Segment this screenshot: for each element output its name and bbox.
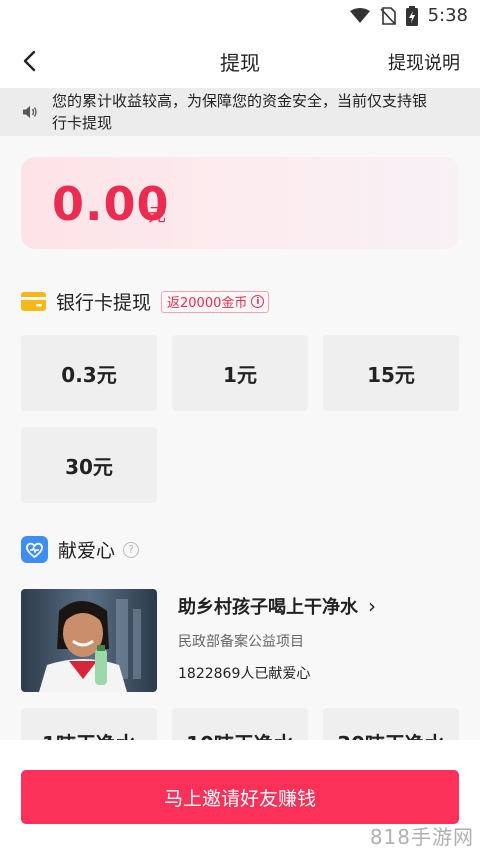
charity-subtitle: 民政部备案公益项目 (178, 634, 304, 650)
withdraw-instructions-link[interactable]: 提现说明 (388, 49, 460, 75)
coin-bonus-badge[interactable]: 返20000金币 i (161, 290, 270, 313)
balance-card: 0.00 元 (21, 157, 459, 249)
notice-text: 您的累计收益较高，为保障您的资金安全，当前仅支持银行卡提现 (52, 92, 428, 132)
info-icon: i (251, 295, 265, 308)
charity-info: 助乡村孩子喝上干净水 › 民政部备案公益项目 1822869人已献爱心 (178, 589, 376, 692)
charity-section-title: 献爱心 (58, 540, 116, 562)
nav-bar: 提现 提现说明 (0, 34, 480, 88)
invite-friends-button[interactable]: 马上邀请好友赚钱 (21, 770, 459, 824)
charity-title-text: 助乡村孩子喝上干净水 (178, 597, 358, 618)
speaker-icon (23, 106, 37, 118)
back-button[interactable] (14, 46, 44, 76)
charity-project-card[interactable]: 助乡村孩子喝上干净水 › 民政部备案公益项目 1822869人已献爱心 (21, 589, 461, 692)
charity-donor-count: 1822869人已献爱心 (178, 666, 311, 682)
no-sim-icon (379, 6, 396, 25)
bank-section-header: 银行卡提现 返20000金币 i (21, 288, 270, 315)
charity-title[interactable]: 助乡村孩子喝上干净水 › (178, 593, 376, 619)
bottom-bar: 马上邀请好友赚钱 818手游网 (0, 740, 480, 854)
bank-card-icon (21, 292, 46, 311)
wifi-icon (349, 7, 370, 24)
withdraw-option[interactable]: 0.3元 (21, 335, 157, 411)
bank-section-title: 银行卡提现 (56, 292, 152, 314)
charity-section-header: 献爱心 ? (21, 536, 140, 563)
heart-icon (21, 536, 48, 563)
donation-options: 1吨干净水 10吨干净水 30吨干净水 (0, 708, 480, 740)
help-icon[interactable]: ? (123, 541, 140, 558)
donation-option[interactable]: 30吨干净水 (323, 708, 459, 740)
status-time: 5:38 (427, 5, 468, 26)
withdraw-option[interactable]: 15元 (323, 335, 459, 411)
withdraw-option[interactable]: 30元 (21, 427, 157, 503)
donation-option[interactable]: 10吨干净水 (172, 708, 308, 740)
chevron-right-icon: › (368, 594, 376, 618)
back-arrow-icon (23, 50, 36, 72)
withdraw-option[interactable]: 1元 (172, 335, 308, 411)
donation-option[interactable]: 1吨干净水 (21, 708, 157, 740)
page-title: 提现 (220, 50, 260, 75)
watermark: 818手游网 (369, 825, 474, 849)
status-bar: 5:38 (0, 0, 480, 34)
charity-photo (21, 589, 157, 692)
notice-banner: 您的累计收益较高，为保障您的资金安全，当前仅支持银行卡提现 (0, 88, 480, 136)
battery-charging-icon (405, 5, 418, 26)
balance-unit: 元 (148, 205, 166, 226)
coin-bonus-label: 返20000金币 (167, 296, 248, 311)
